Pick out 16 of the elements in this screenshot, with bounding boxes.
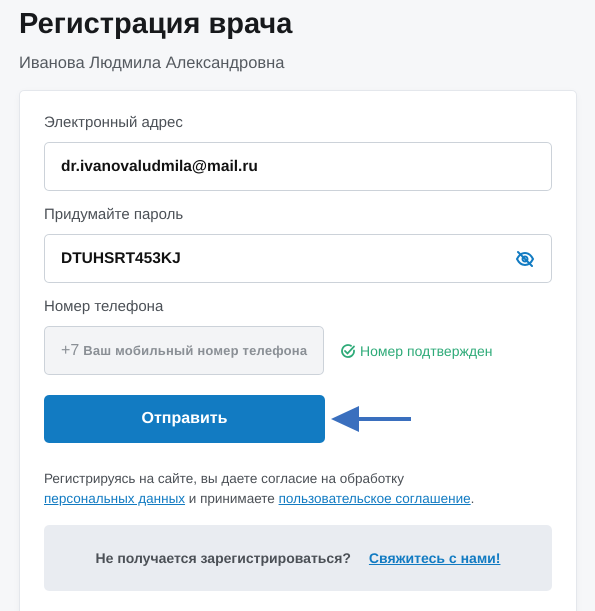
page-title: Регистрация врача <box>19 7 294 42</box>
check-circle-icon <box>340 342 356 358</box>
hidden-eye-icon[interactable] <box>515 248 535 268</box>
contact-link[interactable]: Свяжитесь с нами! <box>368 550 500 566</box>
consent-text: Регистрируясь на сайте, вы даете согласие на обработку персональных данных и принимаете пользовательское соглашение. <box>44 470 476 508</box>
doctor-name: Иванова Людмила Александровна <box>19 53 286 74</box>
field-label: Номер телефона <box>44 297 164 317</box>
verified-status: Номер подтвержден <box>360 342 493 358</box>
consent-link[interactable]: персональных данных <box>44 491 186 506</box>
submit-button[interactable]: Отправить <box>44 395 325 443</box>
field-label: Электронный адрес <box>44 113 183 133</box>
consent-link[interactable]: пользовательское соглашение <box>278 491 471 506</box>
field-label: Придумайте пароль <box>44 205 184 225</box>
email-field[interactable]: dr.ivanovaludmila@mail.ru <box>44 142 552 191</box>
help-text: Не получается зарегистрироваться? <box>96 550 351 566</box>
password-field[interactable]: DTUHSRT453KJ <box>44 234 552 283</box>
